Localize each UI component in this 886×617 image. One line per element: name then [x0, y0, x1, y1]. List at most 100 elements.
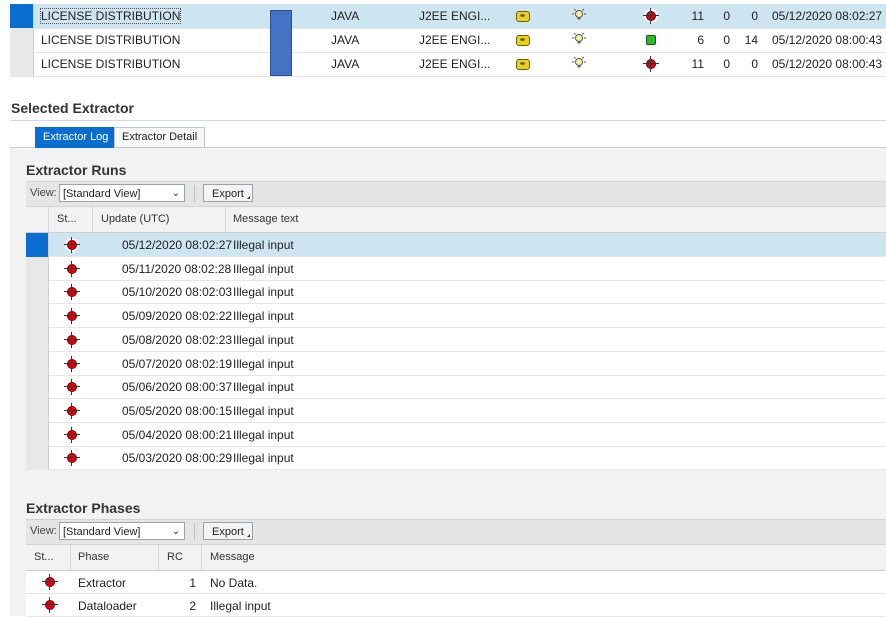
extractor-engine: J2EE ENGI...	[419, 9, 491, 23]
table-row[interactable]: Dataloader 2 Illegal input	[26, 593, 886, 617]
row-selector[interactable]	[26, 446, 49, 471]
col-status[interactable]: St...	[34, 551, 54, 563]
ok-status-icon	[646, 35, 656, 45]
view-select-value: [Standard View]	[63, 188, 141, 200]
system-icon	[516, 11, 530, 22]
run-date: 05/05/2020 08:00:15	[122, 403, 233, 418]
extractor-name: LICENSE DISTRIBUTION	[41, 33, 181, 47]
row-selector[interactable]	[10, 52, 34, 76]
count-1: 11	[691, 57, 704, 71]
run-message: Illegal input	[233, 332, 294, 347]
tab-extractor-detail[interactable]: Extractor Detail	[114, 127, 206, 148]
count-1: 11	[691, 9, 704, 23]
runs-title: Extractor Runs	[26, 162, 127, 178]
export-button[interactable]: Export	[203, 184, 253, 202]
chevron-down-icon: ⌄	[171, 188, 180, 199]
table-row[interactable]: 05/10/2020 08:02:03 Illegal input	[26, 280, 886, 305]
table-row[interactable]: 05/06/2020 08:00:37 Illegal input	[26, 375, 886, 400]
table-row[interactable]: 05/08/2020 08:02:23 Illegal input	[26, 327, 886, 352]
row-selector[interactable]	[26, 375, 49, 400]
col-message[interactable]: Message text	[233, 213, 298, 225]
table-row[interactable]: 05/07/2020 08:02:19 Illegal input	[26, 351, 886, 376]
error-status-icon	[64, 379, 80, 396]
error-status-icon	[42, 596, 58, 613]
extractor-type: JAVA	[331, 9, 360, 23]
phase-message: No Data.	[210, 576, 258, 590]
col-phase[interactable]: Phase	[78, 551, 109, 563]
table-row[interactable]: 05/09/2020 08:02:22 Illegal input	[26, 304, 886, 329]
row-selector[interactable]	[10, 4, 34, 28]
col-update[interactable]: Update (UTC)	[101, 213, 169, 225]
error-status-icon	[64, 260, 80, 277]
count-2: 0	[723, 9, 730, 23]
run-message: Illegal input	[233, 309, 294, 324]
table-row[interactable]: 05/04/2020 08:00:21 Illegal input	[26, 422, 886, 447]
phases-toolbar: View: [Standard View] ⌄ Export	[26, 519, 886, 545]
phase-message: Illegal input	[210, 598, 271, 613]
redacted-block	[270, 10, 292, 76]
row-selector[interactable]	[26, 422, 49, 447]
run-message: Illegal input	[233, 261, 294, 276]
error-status-icon	[643, 56, 659, 72]
phases-title: Extractor Phases	[26, 500, 141, 516]
extractor-name: LICENSE DISTRIBUTION	[39, 8, 182, 24]
phase-rc: 1	[189, 576, 196, 590]
run-message: Illegal input	[233, 427, 294, 442]
row-selector[interactable]	[26, 398, 49, 423]
runs-table-header: St... Update (UTC) Message text	[26, 207, 886, 233]
chevron-down-icon: ⌄	[171, 526, 180, 537]
extractor-row[interactable]: LICENSE DISTRIBUTION JAVA J2EE ENGI... 6…	[10, 28, 886, 53]
runs-toolbar: View: [Standard View] ⌄ Export	[26, 181, 886, 207]
phases-table-header: St... Phase RC Message	[26, 545, 886, 571]
row-selector[interactable]	[26, 233, 49, 257]
count-3: 14	[744, 33, 758, 47]
error-status-icon	[64, 355, 80, 372]
row-selector[interactable]	[26, 327, 49, 352]
row-selector[interactable]	[26, 351, 49, 376]
run-message: Illegal input	[233, 238, 294, 252]
extractor-table: LICENSE DISTRIBUTION JAVA J2EE ENGI... 1…	[10, 4, 886, 77]
extractor-row[interactable]: LICENSE DISTRIBUTION JAVA J2EE ENGI... 1…	[10, 52, 886, 77]
table-row[interactable]: 05/12/2020 08:02:27 Illegal input	[26, 233, 886, 257]
count-3: 0	[751, 9, 758, 23]
extractor-row[interactable]: LICENSE DISTRIBUTION JAVA J2EE ENGI... 1…	[10, 4, 886, 29]
table-row[interactable]: 05/05/2020 08:00:15 Illegal input	[26, 398, 886, 423]
row-selector[interactable]	[26, 304, 49, 329]
extractor-engine: J2EE ENGI...	[419, 33, 491, 47]
phase-name: Extractor	[78, 576, 127, 590]
row-selector[interactable]	[10, 28, 34, 52]
bulb-icon	[572, 32, 586, 44]
error-status-icon	[64, 426, 80, 443]
run-message: Illegal input	[233, 285, 294, 300]
col-status[interactable]: St...	[57, 213, 77, 225]
run-date: 05/08/2020 08:02:23	[122, 332, 233, 347]
error-status-icon	[42, 574, 58, 590]
export-button[interactable]: Export	[203, 522, 253, 540]
view-select[interactable]: [Standard View] ⌄	[59, 522, 185, 540]
table-row[interactable]: 05/11/2020 08:02:28 Illegal input	[26, 256, 886, 281]
row-selector[interactable]	[26, 280, 49, 305]
view-select-value: [Standard View]	[63, 526, 141, 538]
table-row[interactable]: 05/03/2020 08:00:29 Illegal input	[26, 446, 886, 471]
run-message: Illegal input	[233, 403, 294, 418]
extractor-engine: J2EE ENGI...	[419, 57, 491, 71]
phase-rc: 2	[189, 598, 196, 613]
run-date: 05/12/2020 08:02:27	[122, 238, 233, 252]
col-message[interactable]: Message	[210, 551, 255, 563]
toolbar-separator	[194, 523, 195, 540]
bulb-icon	[572, 8, 586, 20]
system-icon	[516, 59, 530, 70]
table-row[interactable]: Extractor 1 No Data.	[26, 571, 886, 594]
run-message: Illegal input	[233, 356, 294, 371]
view-select[interactable]: [Standard View] ⌄	[59, 184, 185, 202]
error-status-icon	[64, 331, 80, 348]
error-status-icon	[64, 284, 80, 301]
run-date: 05/03/2020 08:00:29	[122, 451, 233, 466]
col-rc[interactable]: RC	[167, 551, 183, 563]
phase-name: Dataloader	[78, 598, 137, 613]
toolbar-separator	[194, 185, 195, 202]
error-status-icon	[64, 402, 80, 419]
row-selector[interactable]	[26, 256, 49, 281]
tab-extractor-log[interactable]: Extractor Log	[35, 127, 117, 148]
section-title: Selected Extractor	[11, 100, 134, 116]
